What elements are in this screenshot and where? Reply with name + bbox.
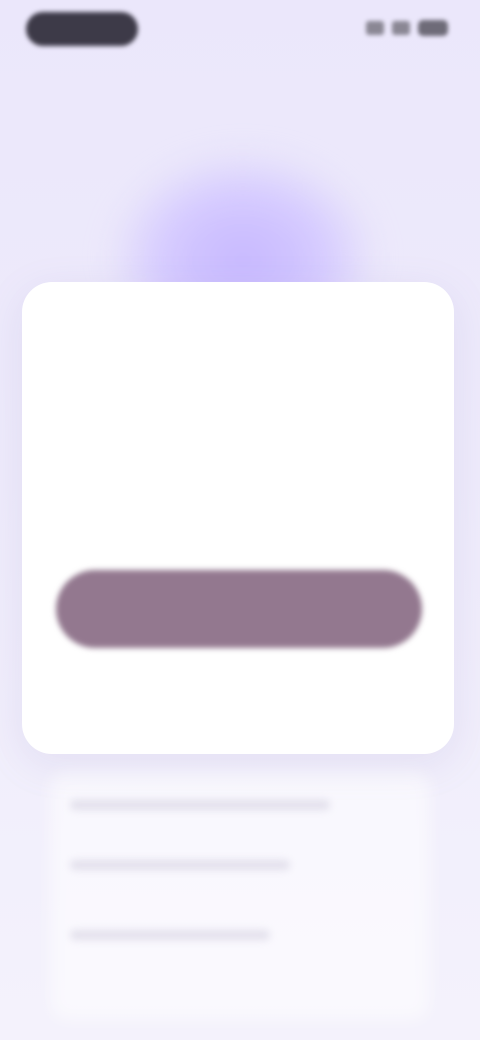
primary-action-button[interactable]: [56, 570, 422, 648]
background-line: [70, 800, 330, 810]
wifi-icon: [392, 21, 410, 35]
status-bar-time-pill: [26, 12, 138, 46]
background-line: [70, 930, 270, 940]
battery-icon: [418, 20, 448, 36]
signal-icon: [366, 21, 384, 35]
background-line: [70, 860, 290, 870]
status-bar-icons: [366, 20, 448, 36]
modal-card: [22, 282, 454, 754]
